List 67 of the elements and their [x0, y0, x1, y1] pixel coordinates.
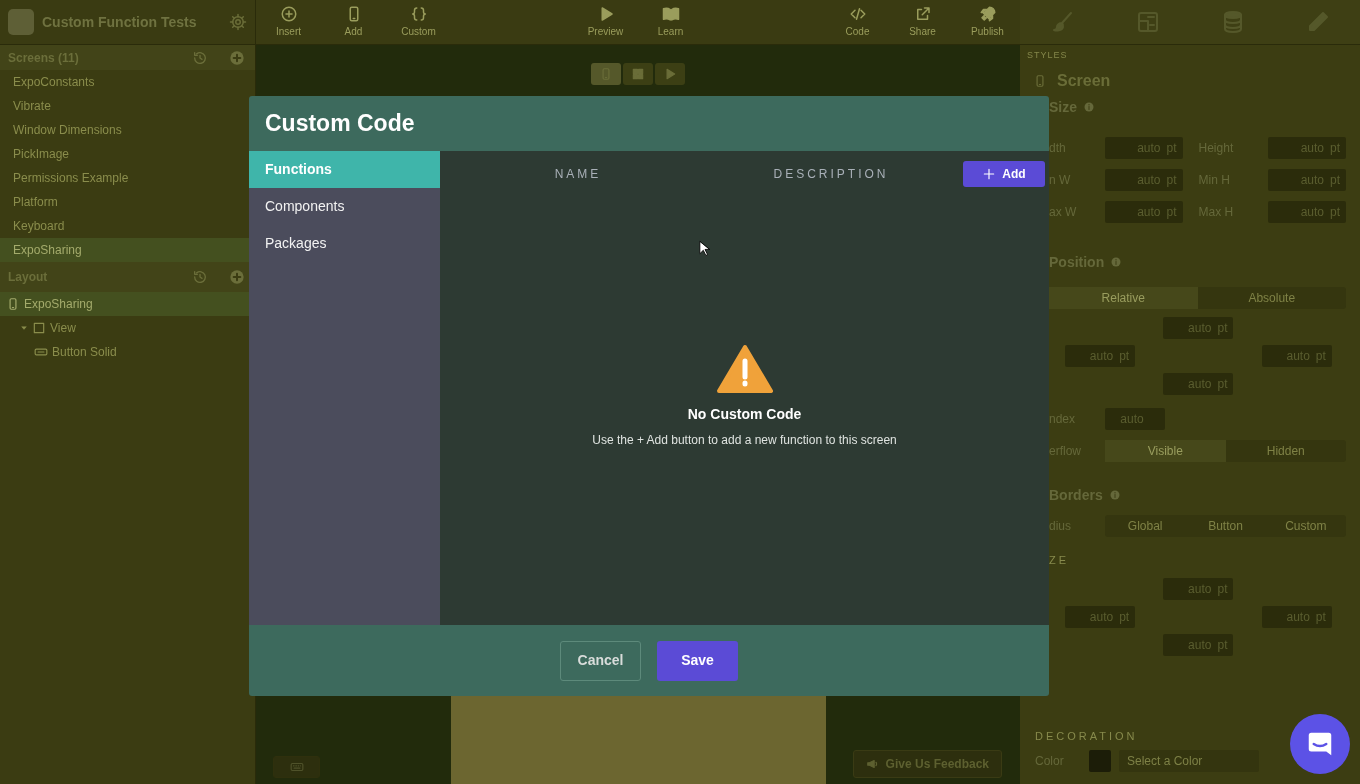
- column-header: NAME: [553, 166, 603, 183]
- cancel-button[interactable]: Cancel: [560, 640, 641, 681]
- segment-option[interactable]: Relative: [1049, 286, 1198, 309]
- add-icon[interactable]: [228, 49, 245, 66]
- segment-option[interactable]: Absolute: [1197, 286, 1346, 309]
- tree-label: Button Solid: [52, 344, 117, 361]
- caret-icon[interactable]: [20, 324, 28, 332]
- toolbar-button[interactable]: Custom: [386, 0, 451, 44]
- empty-message: Use the + Add button to add a new function to this screen: [592, 431, 897, 449]
- screen-list-item[interactable]: ExpoConstants: [0, 70, 255, 94]
- color-swatch[interactable]: [1089, 749, 1111, 772]
- grid-icon: [631, 67, 645, 81]
- column-header: DESCRIPTION: [772, 166, 890, 183]
- device-toggle[interactable]: [655, 63, 685, 85]
- history-icon[interactable]: [191, 49, 208, 66]
- cursor-icon: [699, 240, 711, 258]
- save-button[interactable]: Save: [657, 640, 738, 681]
- settings-icon[interactable]: [229, 13, 247, 31]
- info-icon: [1083, 101, 1095, 113]
- section-label: DECORATION: [1035, 729, 1138, 744]
- app-logo: [8, 9, 34, 35]
- modal-title: Custom Code: [265, 109, 415, 138]
- keyboard-icon: [289, 760, 304, 774]
- info-icon: [1110, 256, 1123, 268]
- panel-heading: STYLES: [1027, 49, 1069, 62]
- layout-tree-item[interactable]: View: [0, 316, 255, 340]
- toolbar-button[interactable]: Share: [890, 0, 955, 44]
- modal-tab[interactable]: Components: [249, 188, 440, 225]
- megaphone-icon: [865, 757, 880, 771]
- device-toggle[interactable]: [623, 63, 653, 85]
- brush-icon[interactable]: [1050, 10, 1075, 34]
- layout-tree-item[interactable]: Button Solid: [0, 340, 255, 364]
- layout-icon[interactable]: [1135, 10, 1160, 34]
- toolbar-button[interactable]: Code: [825, 0, 890, 44]
- history-icon[interactable]: [191, 269, 208, 285]
- warning-icon: [716, 343, 773, 394]
- device-toggle[interactable]: [591, 63, 621, 85]
- color-select[interactable]: Select a Color: [1119, 749, 1259, 772]
- play-icon: [663, 67, 677, 81]
- modal-tab[interactable]: Functions: [249, 151, 440, 188]
- add-button[interactable]: Add: [963, 161, 1045, 187]
- button-icon: [34, 345, 48, 359]
- empty-title: No Custom Code: [687, 404, 802, 424]
- code-icon: [848, 5, 867, 23]
- toolbar-button[interactable]: Publish: [955, 0, 1020, 44]
- plus-icon: [982, 167, 997, 181]
- segment-option[interactable]: Hidden: [1225, 439, 1346, 462]
- square-icon: [32, 321, 46, 335]
- toolbar-button[interactable]: Preview: [573, 0, 638, 44]
- segment-option[interactable]: Custom: [1265, 514, 1346, 537]
- book-icon: [661, 5, 680, 23]
- tree-label: View: [50, 320, 76, 337]
- plus-circle-icon: [279, 5, 298, 23]
- segment-option[interactable]: Button: [1185, 514, 1266, 537]
- phone-icon: [6, 297, 20, 311]
- toolbar-button[interactable]: Add: [321, 0, 386, 44]
- toolbar-button[interactable]: Learn: [638, 0, 703, 44]
- segment-option[interactable]: Global: [1105, 514, 1186, 537]
- segment-option[interactable]: Visible: [1105, 439, 1226, 462]
- tree-label: ExpoSharing: [24, 296, 93, 313]
- toolbar-button[interactable]: Insert: [256, 0, 321, 44]
- braces-icon: [409, 5, 428, 23]
- section-label: ZE: [1049, 552, 1070, 568]
- add-icon[interactable]: [228, 269, 245, 285]
- info-icon: [1108, 489, 1121, 501]
- rocket-icon: [978, 5, 997, 23]
- keyboard-button[interactable]: [273, 756, 320, 778]
